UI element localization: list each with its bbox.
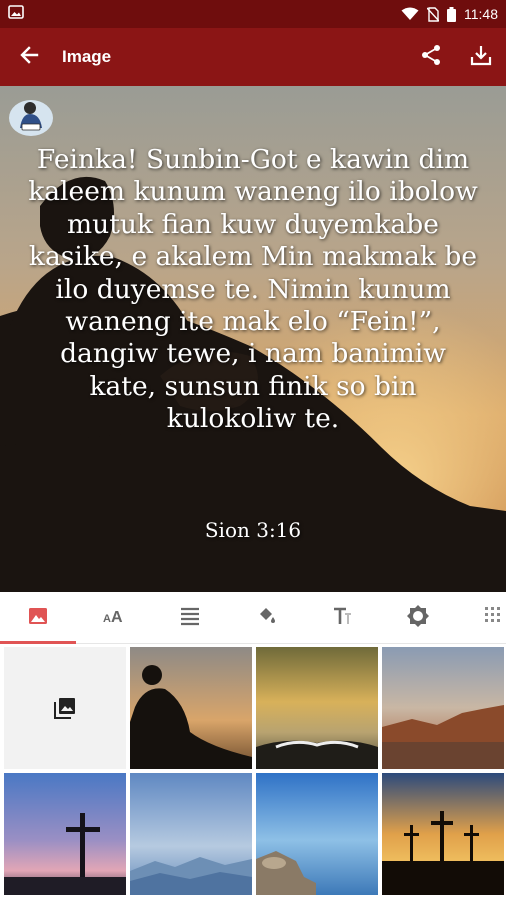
background-thumbnail[interactable] [130, 647, 252, 769]
grid-icon [483, 605, 505, 632]
tab-align[interactable] [152, 592, 228, 644]
tab-fill-color[interactable] [228, 592, 304, 644]
image-icon [27, 605, 49, 632]
editor-toolbar: AA [0, 592, 506, 644]
text-style-icon [331, 605, 353, 632]
share-icon [420, 44, 442, 71]
app-logo-avatar [8, 94, 54, 138]
background-thumbnail[interactable] [256, 647, 378, 769]
background-gallery [0, 645, 506, 900]
pick-from-gallery-button[interactable] [4, 647, 126, 769]
back-button[interactable] [0, 28, 58, 86]
status-time: 11:48 [464, 6, 498, 22]
tab-text-size[interactable]: AA [76, 592, 152, 644]
photo-library-icon [53, 696, 77, 720]
fill-color-icon [255, 605, 277, 632]
verse-image-preview[interactable]: Feinka! Sunbin-Got e kawin dim kaleem ku… [0, 86, 506, 592]
background-thumbnail[interactable] [382, 773, 504, 895]
page-title: Image [62, 47, 112, 66]
text-size-icon: AA [102, 605, 126, 632]
download-button[interactable] [456, 28, 506, 86]
verse-reference[interactable]: Sion 3:16 [0, 518, 506, 542]
align-icon [179, 605, 201, 632]
wifi-icon [401, 7, 419, 21]
background-thumbnail[interactable] [130, 773, 252, 895]
verse-text[interactable]: Feinka! Sunbin-Got e kawin dim kaleem ku… [24, 144, 482, 436]
tab-grid[interactable] [456, 592, 506, 644]
status-bar: 11:48 [0, 0, 506, 28]
brightness-icon [406, 604, 430, 633]
tab-brightness[interactable] [380, 592, 456, 644]
background-thumbnail[interactable] [256, 773, 378, 895]
background-thumbnail[interactable] [4, 773, 126, 895]
no-sim-icon [427, 6, 439, 22]
share-button[interactable] [406, 28, 456, 86]
svg-text:A: A [111, 609, 123, 626]
background-thumbnail[interactable] [382, 647, 504, 769]
arrow-back-icon [19, 45, 39, 70]
image-notification-icon [8, 4, 24, 24]
app-bar: Image [0, 28, 506, 86]
tab-image[interactable] [0, 592, 76, 644]
download-icon [470, 44, 492, 71]
svg-text:A: A [103, 613, 111, 625]
battery-icon [447, 6, 456, 22]
tab-text-style[interactable] [304, 592, 380, 644]
